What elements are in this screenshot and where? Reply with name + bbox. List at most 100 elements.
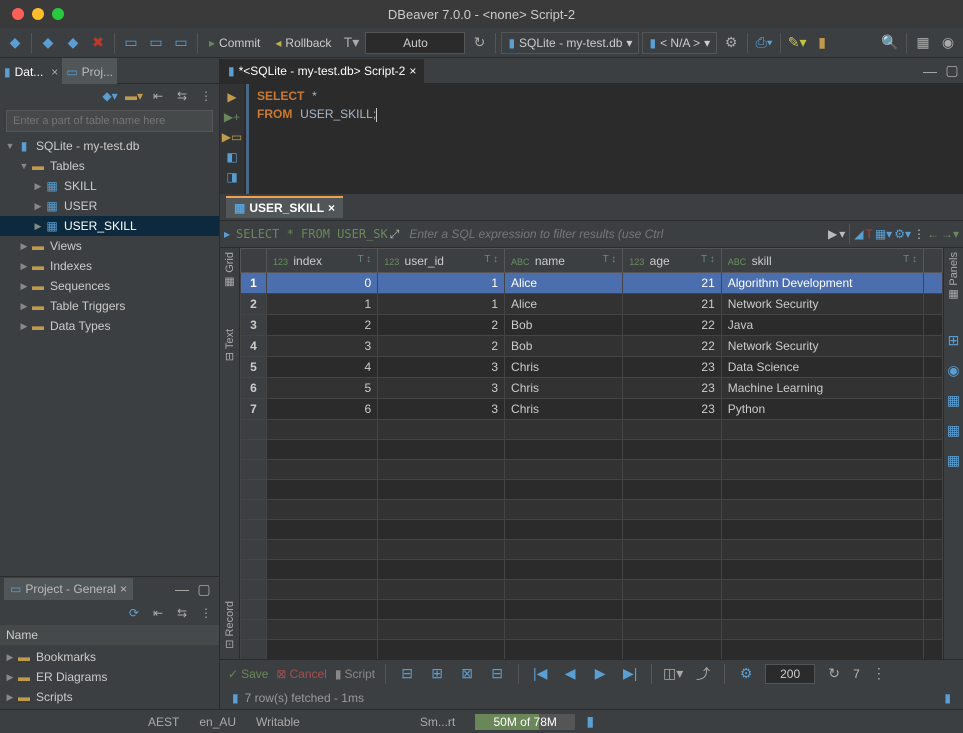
export-icon[interactable]: ⤴ bbox=[692, 663, 714, 685]
row-number[interactable]: 1 bbox=[241, 273, 267, 294]
gear-icon[interactable]: ⚙ bbox=[735, 663, 757, 685]
cell-age[interactable]: 21 bbox=[623, 294, 721, 315]
cell-name[interactable]: Bob bbox=[505, 336, 623, 357]
memory-meter[interactable]: 50M of 78M ▮ bbox=[475, 711, 601, 733]
run-new-tab-icon[interactable]: ▶▭ bbox=[222, 130, 243, 144]
save-button[interactable]: ✓ Save bbox=[228, 667, 268, 681]
maximize-icon[interactable]: ▢ bbox=[193, 578, 215, 600]
disconnect-icon[interactable]: ✖ bbox=[87, 32, 109, 54]
filter-hint[interactable]: Enter a SQL expression to filter results… bbox=[409, 227, 826, 241]
tx-mode-icon[interactable]: T▾ bbox=[340, 32, 362, 54]
tree-filter-input[interactable] bbox=[6, 110, 213, 132]
search-icon[interactable]: 🔍 bbox=[879, 32, 901, 54]
result-tab[interactable]: ▦ USER_SKILL × bbox=[226, 196, 343, 218]
sql-text[interactable]: SELECT * FROM USER_SKILL; bbox=[246, 84, 385, 194]
cell-age[interactable]: 22 bbox=[623, 315, 721, 336]
cell-index[interactable]: 5 bbox=[267, 378, 378, 399]
new-conn-icon[interactable]: ◆▾ bbox=[101, 87, 119, 105]
close-icon[interactable]: × bbox=[328, 201, 335, 215]
cell-index[interactable]: 2 bbox=[267, 315, 378, 336]
expand-icon[interactable]: ▶ bbox=[18, 321, 30, 332]
log-icon[interactable]: ▮ bbox=[944, 691, 951, 705]
cell-skill[interactable]: Python bbox=[721, 399, 923, 420]
cell-name[interactable]: Chris bbox=[505, 378, 623, 399]
minimize-icon[interactable]: — bbox=[919, 60, 941, 82]
minimize-icon[interactable]: — bbox=[171, 578, 193, 600]
page-size-input[interactable] bbox=[765, 664, 815, 684]
filter-remove-icon[interactable]: ◢ bbox=[854, 227, 863, 241]
sql-editor[interactable]: ▶ ▶+ ▶▭ ◧ ◨ SELECT * FROM USER_SKILL; bbox=[220, 84, 963, 194]
expand-icon[interactable]: ▶ bbox=[32, 201, 44, 212]
datasource-select[interactable]: ▮ SQLite - my-test.db ▾ bbox=[501, 32, 639, 54]
highlight-icon[interactable]: ▮ bbox=[811, 32, 833, 54]
expand-icon[interactable]: ▶ bbox=[4, 652, 16, 663]
edit-icon[interactable]: ⊟ bbox=[396, 663, 418, 685]
expand-icon[interactable]: ▶ bbox=[4, 692, 16, 703]
window-minimize-button[interactable] bbox=[32, 8, 44, 20]
cell-name[interactable]: Alice bbox=[505, 273, 623, 294]
mode-record[interactable]: ⊡ Record bbox=[223, 601, 236, 649]
cell-user_id[interactable]: 1 bbox=[378, 294, 505, 315]
tab-projects[interactable]: ▭ Proj... bbox=[62, 58, 117, 84]
editor-tab-script[interactable]: ▮ *<SQLite - my-test.db> Script-2 × bbox=[220, 59, 424, 83]
tx-log-icon[interactable]: ↻ bbox=[468, 32, 490, 54]
run-script-icon[interactable]: ▶+ bbox=[224, 110, 240, 124]
link-icon[interactable]: ⇆ bbox=[173, 604, 191, 622]
expand-icon[interactable]: ⤢ bbox=[390, 227, 400, 242]
expand-icon[interactable]: ▶ bbox=[18, 281, 30, 292]
expand-icon[interactable]: ▶ bbox=[32, 221, 44, 232]
close-icon[interactable]: × bbox=[409, 64, 416, 78]
project-item[interactable]: ▶▬Bookmarks bbox=[0, 647, 219, 667]
fetch-icon[interactable]: ◫▾ bbox=[662, 663, 684, 685]
perspective-icon[interactable]: ▦ bbox=[912, 32, 934, 54]
refresh-icon[interactable]: ↻ bbox=[823, 663, 845, 685]
prev-icon[interactable]: ← bbox=[927, 227, 939, 241]
panel-value-icon[interactable]: ⊞ bbox=[943, 330, 963, 352]
expand-icon[interactable]: ▶ bbox=[18, 261, 30, 272]
cell-skill[interactable]: Network Security bbox=[721, 294, 923, 315]
col-index[interactable]: 123 index T ↕ bbox=[267, 249, 378, 273]
row-number[interactable]: 3 bbox=[241, 315, 267, 336]
new-folder-icon[interactable]: ▬▾ bbox=[125, 87, 143, 105]
cell-age[interactable]: 23 bbox=[623, 399, 721, 420]
cell-user_id[interactable]: 1 bbox=[378, 273, 505, 294]
window-close-button[interactable] bbox=[12, 8, 24, 20]
table-row[interactable]: 322Bob22Java bbox=[241, 315, 943, 336]
cell-skill[interactable]: Data Science bbox=[721, 357, 923, 378]
tree-table-user[interactable]: ▶ ▦ USER bbox=[0, 196, 219, 216]
mode-grid[interactable]: ▦ Grid bbox=[223, 252, 236, 289]
table-row[interactable]: 432Bob22Network Security bbox=[241, 336, 943, 357]
col-name[interactable]: ABC name T ↕ bbox=[505, 249, 623, 273]
gc-icon[interactable]: ▮ bbox=[579, 711, 601, 733]
col-age[interactable]: 123 age T ↕ bbox=[623, 249, 721, 273]
collapse-icon[interactable]: ⇤ bbox=[149, 87, 167, 105]
commit-mode-select[interactable]: Auto bbox=[365, 32, 465, 54]
panel-grouping-icon[interactable]: ▦ bbox=[943, 390, 963, 412]
row-header[interactable] bbox=[241, 249, 267, 273]
add-row-icon[interactable]: ⊞ bbox=[426, 663, 448, 685]
expand-icon[interactable]: ▼ bbox=[4, 141, 16, 151]
run-icon[interactable]: ▶ bbox=[227, 90, 236, 104]
project-tab[interactable]: ▭ Project - General × bbox=[4, 578, 133, 600]
cell-skill[interactable]: Machine Learning bbox=[721, 378, 923, 399]
explain-icon[interactable]: ◧ bbox=[226, 150, 237, 164]
cell-name[interactable]: Chris bbox=[505, 399, 623, 420]
cell-age[interactable]: 23 bbox=[623, 378, 721, 399]
close-icon[interactable]: × bbox=[120, 582, 127, 596]
cell-index[interactable]: 0 bbox=[267, 273, 378, 294]
maximize-icon[interactable]: ▢ bbox=[941, 60, 963, 82]
tree-folder[interactable]: ▶▬Table Triggers bbox=[0, 296, 219, 316]
col-skill[interactable]: ABC skill T ↕ bbox=[721, 249, 923, 273]
panel-metadata-icon[interactable]: ▦ bbox=[943, 420, 963, 442]
expand-icon[interactable]: ▶ bbox=[18, 301, 30, 312]
collapse-icon[interactable]: ⇤ bbox=[149, 604, 167, 622]
cell-user_id[interactable]: 3 bbox=[378, 378, 505, 399]
new-connection-icon[interactable]: ◆ bbox=[4, 32, 26, 54]
expand-icon[interactable]: ▶ bbox=[18, 241, 30, 252]
expand-icon[interactable]: ▶ bbox=[32, 181, 44, 192]
menu-icon[interactable]: ⋮ bbox=[868, 663, 890, 685]
tree-connection[interactable]: ▼ ▮ SQLite - my-test.db bbox=[0, 136, 219, 156]
refresh-icon[interactable]: ⟳ bbox=[125, 604, 143, 622]
panels-tab[interactable]: ▦ Panels bbox=[947, 252, 960, 302]
cell-user_id[interactable]: 2 bbox=[378, 315, 505, 336]
